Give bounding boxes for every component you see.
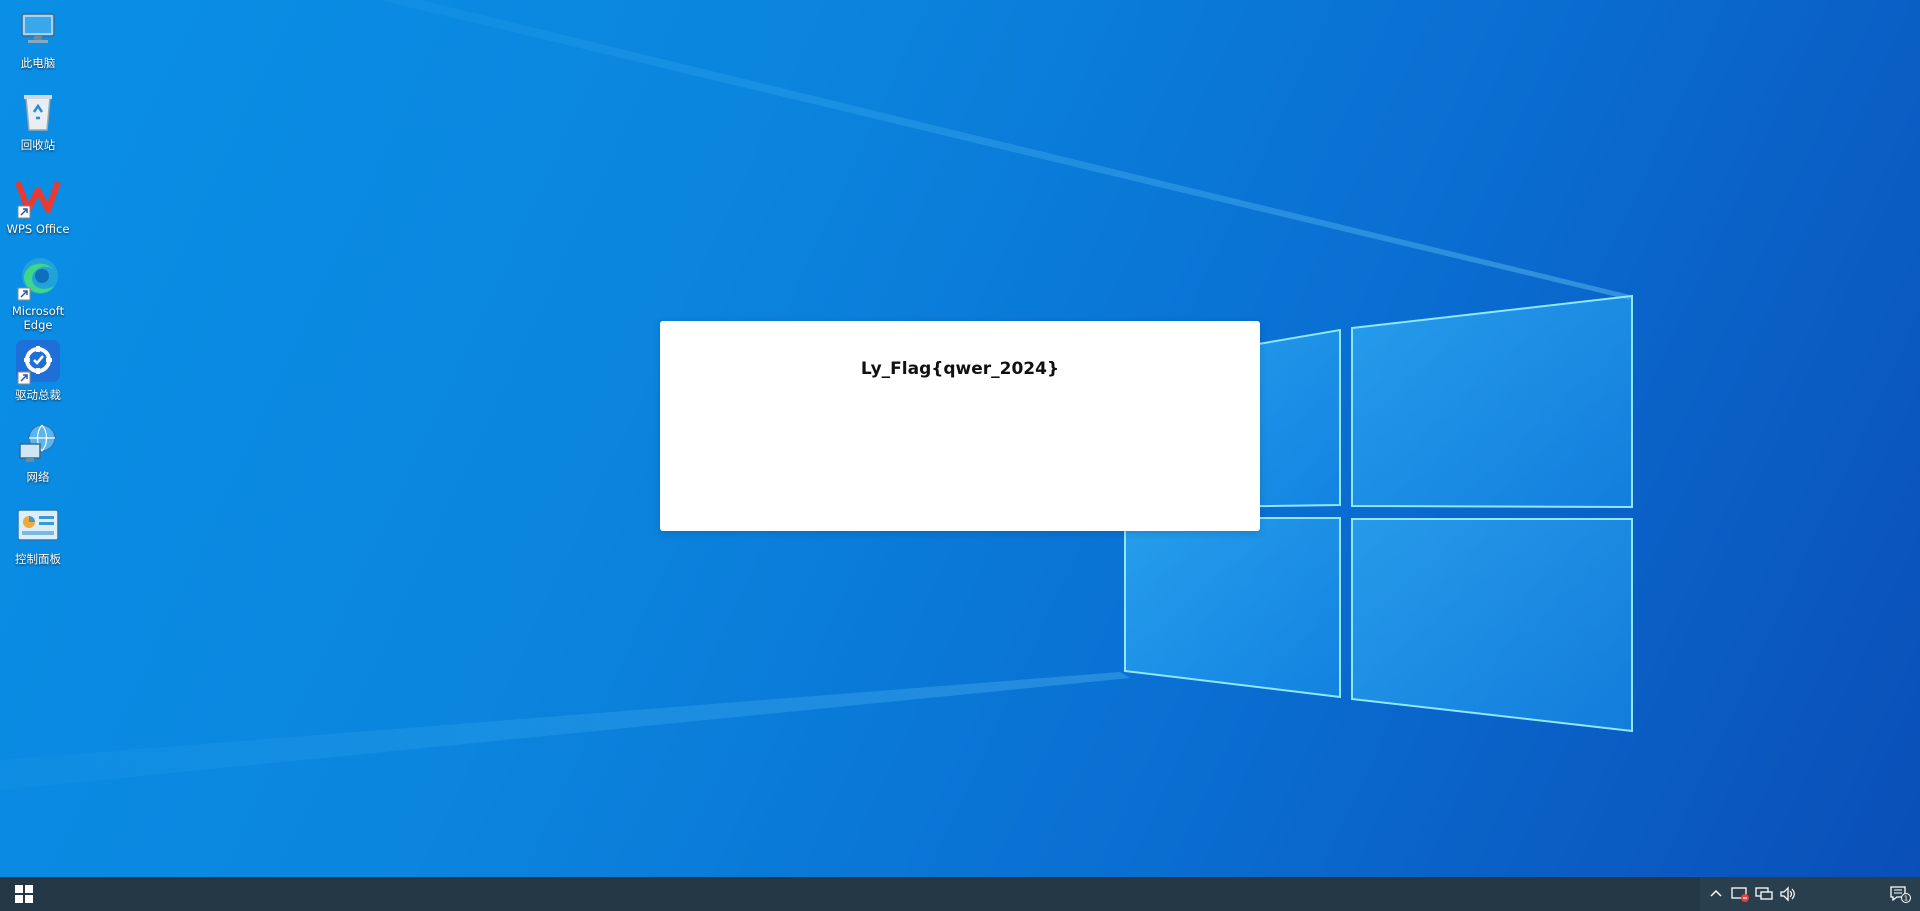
volume-icon[interactable]	[1776, 877, 1800, 911]
desktop-icon-microsoft-edge[interactable]: Microsoft Edge	[0, 254, 76, 332]
security-icon[interactable]	[1728, 877, 1752, 911]
edge-icon	[14, 254, 62, 302]
desktop-background: 此电脑 回收站 WPS Office Microsoft Edge 驱动总裁 网…	[0, 0, 1920, 877]
notification-icon[interactable]: 1	[1888, 877, 1912, 911]
desktop-icon-label: Microsoft Edge	[11, 304, 65, 332]
flag-dialog: Ly_Flag{qwer_2024}	[660, 321, 1260, 531]
chevron-up-icon[interactable]	[1704, 877, 1728, 911]
desktop-icon-recycle-bin[interactable]: 回收站	[0, 88, 76, 152]
desktop-icon-label: 回收站	[20, 138, 56, 152]
desktop-icon-wps-office[interactable]: WPS Office	[0, 172, 76, 236]
control-panel-icon	[14, 502, 62, 550]
desktop-icon-this-pc[interactable]: 此电脑	[0, 6, 76, 70]
notification-count: 1	[1904, 895, 1908, 903]
desktop-icon-label: WPS Office	[6, 222, 70, 236]
desktop-icon-label: 控制面板	[15, 552, 61, 566]
desktop-icon-control-panel[interactable]: 控制面板	[0, 502, 76, 566]
desktop-icon-label: 此电脑	[20, 56, 56, 70]
network-wired-icon[interactable]	[1752, 877, 1776, 911]
wps-office-icon	[14, 172, 62, 220]
windows-logo-icon	[15, 885, 33, 903]
start-button[interactable]	[0, 877, 48, 911]
computer-icon	[14, 6, 62, 54]
desktop-icon-label: 驱动总裁	[15, 388, 61, 402]
flag-text: Ly_Flag{qwer_2024}	[860, 359, 1060, 379]
recycle-bin-icon	[14, 88, 62, 136]
desktop-icon-driver-tool[interactable]: 驱动总裁	[0, 338, 76, 402]
desktop-icon-label: 网络	[26, 470, 50, 484]
system-tray: 1	[1700, 877, 1920, 911]
taskbar: 1	[0, 877, 1920, 911]
network-icon	[14, 420, 62, 468]
driver-tool-icon	[14, 338, 62, 386]
desktop-icon-network[interactable]: 网络	[0, 420, 76, 484]
